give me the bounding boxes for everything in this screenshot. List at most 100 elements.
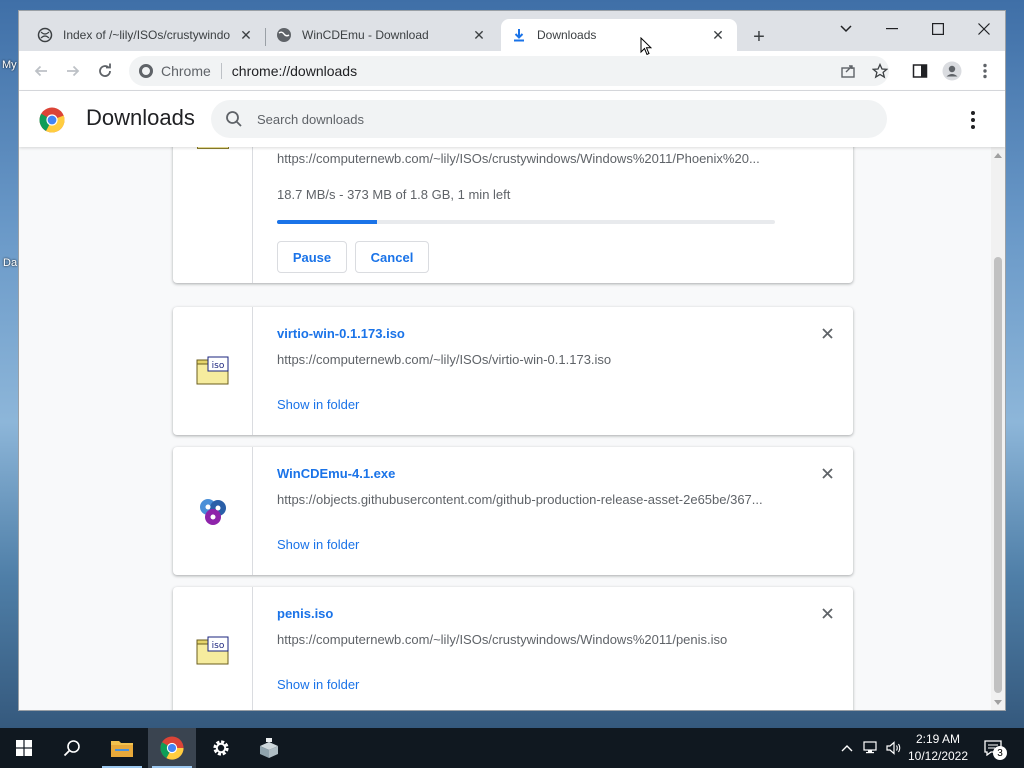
maximize-icon[interactable] xyxy=(915,15,961,43)
remove-from-list-icon[interactable] xyxy=(817,603,837,623)
show-in-folder-link[interactable]: Show in folder xyxy=(277,677,359,692)
tab-strip: Index of /~lily/ISOs/crustywindo ✕ WinCD… xyxy=(19,11,1005,51)
search-input[interactable] xyxy=(257,111,817,127)
close-tab-icon[interactable]: ✕ xyxy=(237,26,255,44)
chip-label: Chrome xyxy=(161,63,211,79)
download-url[interactable]: https://computernewb.com/~lily/ISOs/virt… xyxy=(277,352,611,367)
download-progress-bar xyxy=(277,220,775,224)
svg-text:iso: iso xyxy=(212,361,225,371)
taskbar-installer-app[interactable] xyxy=(245,728,293,768)
file-name-link[interactable]: WinCDEmu-4.1.exe xyxy=(277,466,395,481)
scroll-up-arrow-icon[interactable] xyxy=(994,153,1002,158)
close-tab-icon[interactable]: ✕ xyxy=(470,26,488,44)
chrome-icon xyxy=(139,64,153,78)
tab-downloads[interactable]: Downloads ✕ xyxy=(501,19,737,51)
downloads-list: https://computernewb.com/~lily/ISOs/crus… xyxy=(19,147,991,710)
wincdemu-app-icon xyxy=(200,499,226,525)
page-title: Downloads xyxy=(86,105,195,130)
iso-file-icon: iso xyxy=(196,636,229,665)
chrome-logo-icon xyxy=(39,107,65,133)
scroll-down-arrow-icon[interactable] xyxy=(994,700,1002,705)
url-text[interactable]: chrome://downloads xyxy=(232,63,357,79)
reload-icon[interactable] xyxy=(91,57,119,85)
search-downloads-bar[interactable] xyxy=(211,100,887,138)
download-card: WinCDEmu-4.1.exe https://objects.githubu… xyxy=(173,447,853,575)
taskbar-file-explorer[interactable] xyxy=(98,728,146,768)
file-name-link[interactable]: penis.iso xyxy=(277,606,333,621)
remove-from-list-icon[interactable] xyxy=(817,323,837,343)
side-panel-icon[interactable] xyxy=(906,57,934,85)
taskbar-settings[interactable] xyxy=(197,728,245,768)
download-card-in-progress: https://computernewb.com/~lily/ISOs/crus… xyxy=(173,147,853,283)
page-scrollbar[interactable] xyxy=(991,147,1005,710)
iso-file-icon xyxy=(197,147,229,149)
tab-title: Index of /~lily/ISOs/crustywindo xyxy=(63,28,231,42)
folder-icon xyxy=(111,741,133,757)
progress-fill xyxy=(277,220,377,224)
profile-avatar-icon[interactable] xyxy=(938,57,966,85)
tab-title: WinCDEmu - Download xyxy=(302,28,429,42)
download-card: iso virtio-win-0.1.173.iso https://compu… xyxy=(173,307,853,435)
chrome-site-chip[interactable]: Chrome xyxy=(139,63,222,79)
chrome-menu-icon[interactable] xyxy=(971,57,999,85)
pause-button[interactable]: Pause xyxy=(277,241,347,273)
new-tab-button[interactable]: + xyxy=(747,25,771,49)
windows-taskbar: 2:19 AM 10/12/2022 3 xyxy=(0,728,1024,768)
show-hidden-icons-chevron[interactable] xyxy=(838,728,856,768)
forward-icon[interactable] xyxy=(59,57,87,85)
chrome-icon xyxy=(160,736,184,760)
file-icon-column xyxy=(173,147,253,283)
download-status: 18.7 MB/s - 373 MB of 1.8 GB, 1 min left xyxy=(277,187,511,202)
download-icon xyxy=(511,27,527,43)
browser-window: Index of /~lily/ISOs/crustywindo ✕ WinCD… xyxy=(18,10,1006,711)
system-clock[interactable]: 2:19 AM 10/12/2022 xyxy=(902,731,974,765)
download-card: iso penis.iso https://computernewb.com/~… xyxy=(173,587,853,710)
minimize-icon[interactable] xyxy=(869,15,915,43)
network-icon[interactable] xyxy=(861,728,881,768)
download-url[interactable]: https://computernewb.com/~lily/ISOs/crus… xyxy=(277,632,727,647)
share-icon[interactable] xyxy=(834,57,862,85)
search-icon xyxy=(63,740,80,757)
svg-text:iso: iso xyxy=(212,641,225,651)
file-icon-column: iso xyxy=(173,307,253,435)
volume-icon[interactable] xyxy=(884,728,904,768)
file-icon-column xyxy=(173,447,253,575)
iso-file-icon: iso xyxy=(196,356,229,385)
tab-search-chevron-icon[interactable] xyxy=(823,15,869,43)
desktop-icon-label[interactable]: My xyxy=(2,59,17,71)
close-window-icon[interactable] xyxy=(961,15,1005,43)
cancel-button[interactable]: Cancel xyxy=(355,241,429,273)
download-url: https://computernewb.com/~lily/ISOs/crus… xyxy=(277,151,760,166)
clock-date: 10/12/2022 xyxy=(907,749,969,763)
clock-time: 2:19 AM xyxy=(915,732,961,746)
windows-logo-icon xyxy=(16,740,32,756)
taskbar-chrome[interactable] xyxy=(148,728,196,768)
tab-title: Downloads xyxy=(537,28,597,42)
search-icon xyxy=(226,111,242,127)
notification-count-badge: 3 xyxy=(993,746,1007,760)
close-tab-icon[interactable]: ✕ xyxy=(709,26,727,44)
download-url[interactable]: https://objects.githubusercontent.com/gi… xyxy=(277,492,763,507)
installer-box-icon xyxy=(260,738,278,758)
more-actions-icon[interactable] xyxy=(963,108,983,132)
bookmark-star-icon[interactable] xyxy=(866,57,894,85)
show-in-folder-link[interactable]: Show in folder xyxy=(277,537,359,552)
file-name-link[interactable]: virtio-win-0.1.173.iso xyxy=(277,326,405,341)
gear-icon xyxy=(213,740,229,756)
globe-icon xyxy=(37,27,53,43)
back-icon[interactable] xyxy=(27,57,55,85)
mouse-cursor-icon xyxy=(640,37,652,56)
scrollbar-thumb[interactable] xyxy=(994,257,1002,693)
file-icon-column: iso xyxy=(173,587,253,710)
tab-wincdemu-download[interactable]: WinCDEmu - Download ✕ xyxy=(266,19,498,51)
browser-toolbar: Chrome chrome://downloads xyxy=(19,51,1005,91)
globe-icon xyxy=(276,27,292,43)
desktop-icon-label[interactable]: Da xyxy=(3,257,17,269)
downloads-header: Downloads xyxy=(19,91,1005,147)
show-in-folder-link[interactable]: Show in folder xyxy=(277,397,359,412)
taskbar-search-button[interactable] xyxy=(48,728,96,768)
address-bar[interactable]: Chrome chrome://downloads xyxy=(129,56,889,86)
remove-from-list-icon[interactable] xyxy=(817,463,837,483)
tab-index-of-isos[interactable]: Index of /~lily/ISOs/crustywindo ✕ xyxy=(27,19,265,51)
start-button[interactable] xyxy=(0,728,48,768)
